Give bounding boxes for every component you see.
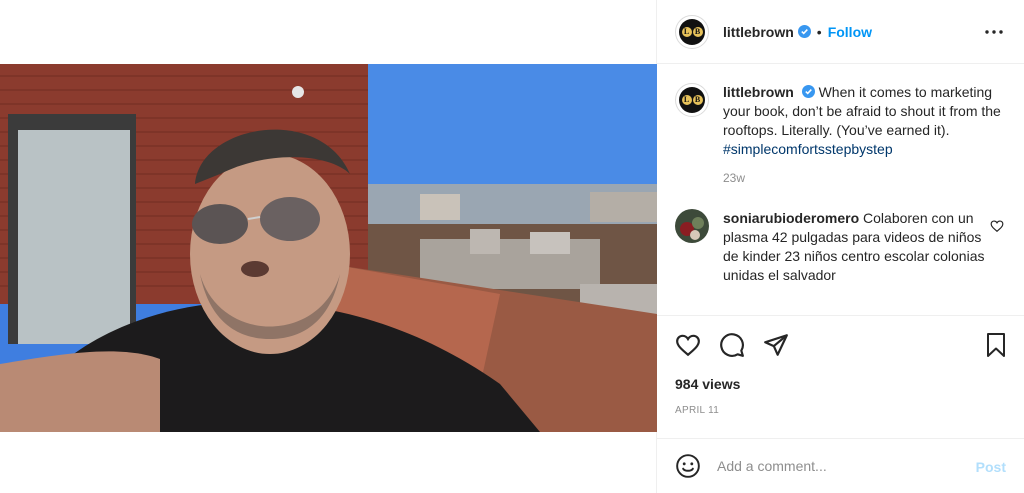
caption-avatar[interactable]: L B [675, 83, 709, 117]
person-face [190, 154, 350, 354]
caption-hashtag[interactable]: #simplecomfortsstepbystep [723, 141, 893, 157]
post-age[interactable]: 23w [723, 169, 1008, 188]
avatar-letter: B [692, 95, 703, 105]
post-comment-button[interactable]: Post [976, 459, 1006, 475]
avatar-letter: B [692, 26, 703, 37]
follow-button[interactable]: Follow [828, 24, 872, 40]
media-pane [0, 0, 657, 493]
comment-input[interactable] [717, 458, 967, 474]
emoji-icon[interactable] [675, 453, 701, 479]
comment-item: soniarubioderomero Colaboren con un plas… [675, 209, 1008, 285]
comment-like-heart-icon[interactable] [990, 219, 1004, 233]
add-comment-bar: Post [657, 438, 1024, 493]
post-header: L B littlebrown • Follow [657, 0, 1024, 64]
avatar-letter: L [681, 26, 692, 37]
commenter-username[interactable]: soniarubioderomero [723, 210, 859, 226]
author-avatar[interactable]: L B [675, 14, 709, 49]
separator-dot: • [816, 23, 822, 40]
post-date[interactable]: APRIL 11 [675, 405, 719, 416]
view-count[interactable]: 984 views [675, 376, 740, 392]
heart-icon[interactable] [675, 332, 701, 358]
author-username[interactable]: littlebrown [723, 24, 794, 40]
post-caption: L B littlebrown When it comes to marketi… [675, 83, 1008, 188]
verified-badge-icon [797, 25, 811, 38]
post-video[interactable] [0, 64, 657, 432]
caption-username[interactable]: littlebrown [723, 84, 794, 100]
action-bar [657, 315, 1024, 373]
commenter-avatar[interactable] [675, 209, 709, 243]
avatar-letter: L [681, 95, 692, 105]
post-sidebar: L B littlebrown • Follow L B littlebrown… [657, 0, 1024, 493]
video-frame [0, 64, 657, 432]
paper-plane-icon[interactable] [763, 332, 789, 358]
security-camera [292, 86, 304, 98]
more-options-icon[interactable] [984, 24, 1004, 40]
verified-badge-icon [801, 85, 815, 98]
comment-bubble-icon[interactable] [719, 332, 745, 358]
comments-section[interactable]: L B littlebrown When it comes to marketi… [657, 65, 1024, 315]
sunglasses [192, 204, 248, 244]
bookmark-icon[interactable] [984, 332, 1008, 358]
